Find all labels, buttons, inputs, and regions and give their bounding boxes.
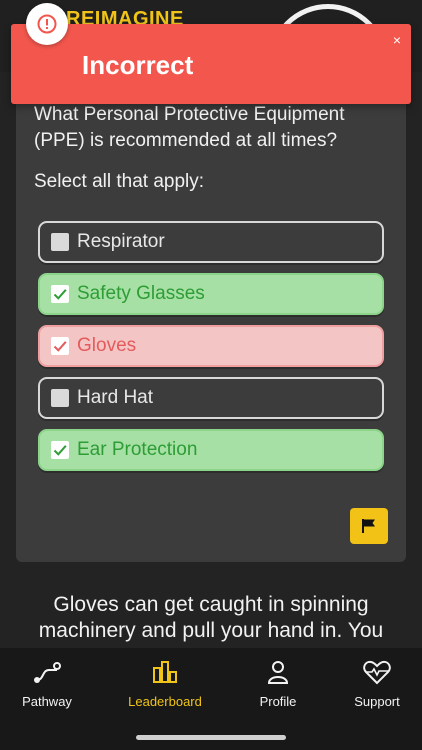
question-card: What Personal Protective Equipment (PPE)… <box>16 78 406 562</box>
answer-options: Respirator Safety Glasses Gloves Hard Ha… <box>38 221 384 481</box>
option-respirator[interactable]: Respirator <box>38 221 384 263</box>
quiz-screen: REIMAGINE What Personal Protective Equip… <box>0 0 422 750</box>
support-heart-icon <box>363 660 391 685</box>
nav-label: Pathway <box>22 694 72 709</box>
checkbox[interactable] <box>51 233 69 251</box>
checkmark-icon <box>53 341 67 352</box>
close-icon[interactable]: × <box>393 32 401 48</box>
checkmark-icon <box>53 289 67 300</box>
option-label: Hard Hat <box>77 387 154 408</box>
nav-support[interactable]: Support <box>332 658 422 709</box>
checkbox[interactable] <box>51 389 69 407</box>
nav-label: Support <box>354 694 400 709</box>
option-safety-glasses[interactable]: Safety Glasses <box>38 273 384 315</box>
checkbox[interactable] <box>51 337 69 355</box>
report-flag-button[interactable] <box>350 508 388 544</box>
option-gloves[interactable]: Gloves <box>38 325 384 367</box>
checkbox[interactable] <box>51 285 69 303</box>
explanation-text: Gloves can get caught in spinning machin… <box>38 593 384 642</box>
flag-icon <box>362 519 375 533</box>
nav-label: Leaderboard <box>128 694 202 709</box>
option-hard-hat[interactable]: Hard Hat <box>38 377 384 419</box>
nav-pathway[interactable]: Pathway <box>2 658 92 709</box>
checkbox[interactable] <box>51 441 69 459</box>
nav-leaderboard[interactable]: Leaderboard <box>120 658 210 709</box>
pathway-icon <box>34 662 61 683</box>
alert-icon <box>26 3 68 45</box>
option-label: Ear Protection <box>77 439 198 460</box>
leaderboard-icon <box>153 661 177 683</box>
home-indicator <box>136 735 286 740</box>
toast-title: Incorrect <box>82 50 194 80</box>
option-label: Safety Glasses <box>77 283 205 304</box>
option-ear-protection[interactable]: Ear Protection <box>38 429 384 471</box>
nav-label: Profile <box>259 694 297 709</box>
option-label: Respirator <box>77 231 165 252</box>
checkmark-icon <box>53 445 67 456</box>
incorrect-toast: Incorrect × <box>11 24 411 104</box>
option-label: Gloves <box>77 335 137 356</box>
profile-icon <box>267 661 289 684</box>
nav-profile[interactable]: Profile <box>233 658 323 709</box>
question-instruction: Select all that apply: <box>34 171 205 192</box>
question-text: What Personal Protective Equipment (PPE)… <box>34 104 345 151</box>
